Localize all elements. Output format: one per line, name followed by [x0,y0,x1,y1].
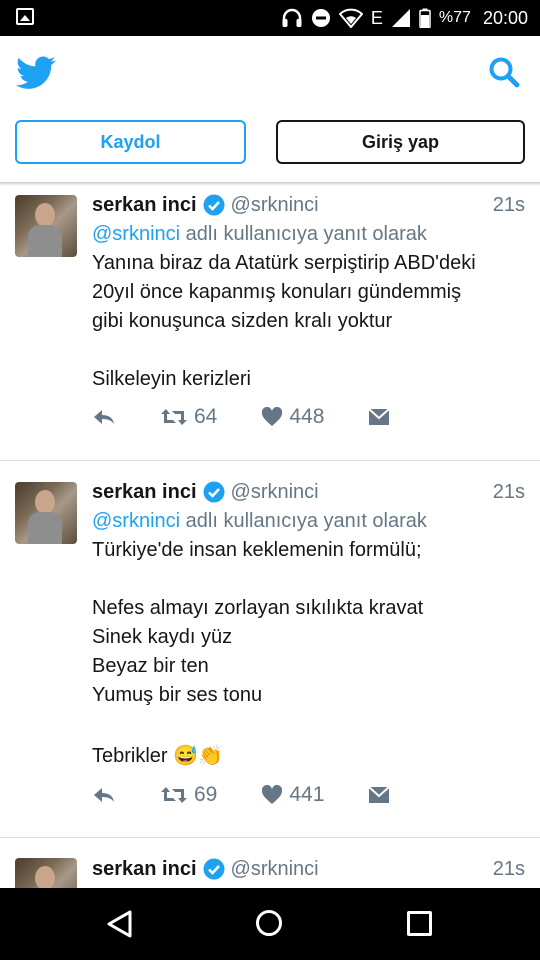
tweet-line: 20yıl önce kapanmış konuları gündemmiş [92,281,462,303]
tweet-actions: 64 448 [92,405,391,429]
author-handle[interactable]: @srkninci [231,194,319,217]
tweet-line: Nefes almayı zorlayan sıkılıkta kravat [92,597,424,619]
tweet[interactable]: serkan inci @srkninci 21s @srkninci adlı… [0,461,540,838]
verified-badge-icon [203,481,225,503]
battery-percent: %77 [438,9,471,26]
tweet-line: Yanına biraz da Atatürk serpiştirip ABD'… [92,252,476,274]
headset-icon [282,8,302,27]
author-name[interactable]: serkan inci [92,194,197,217]
tweet-actions: 69 441 [92,783,391,807]
header: Kaydol Giriş yap [0,36,540,184]
heart-icon [262,785,283,804]
login-button[interactable]: Giriş yap [276,120,525,164]
status-bar: E %77 20:00 [0,0,540,36]
tweet-feed[interactable]: serkan inci @srkninci 21s @srkninci adlı… [0,186,540,888]
retweet-icon [161,787,187,803]
retweet-count: 69 [194,783,218,806]
reply-context: @srkninci adlı kullanıcıya yanıt olarak [92,507,525,536]
status-icons: E %77 20:00 [281,0,528,36]
like-button[interactable]: 441 [261,783,324,807]
tweet-line: gibi konuşunca sizden kralı yoktur [92,310,393,332]
gallery-icon [16,8,34,25]
avatar[interactable] [15,858,77,888]
retweet-count: 64 [194,405,218,428]
dnd-icon [311,9,330,27]
author-handle[interactable]: @srkninci [231,481,319,504]
reply-context-text: adlı kullanıcıya yanıt olarak [180,223,427,245]
retweet-button[interactable]: 64 [160,405,217,429]
tweet-line [92,336,525,365]
heart-icon [262,407,283,426]
twitter-bird-icon[interactable] [16,56,56,90]
reply-context-text: adlı kullanıcıya yanıt olarak [180,510,427,532]
envelope-icon [368,786,391,803]
reply-icon [94,410,114,424]
reply-mention-link[interactable]: @srkninci [92,223,180,245]
tweet-line [92,710,525,739]
tweet[interactable]: serkan inci @srkninci 21s @srkninci adlı… [0,186,540,461]
avatar[interactable] [15,482,77,544]
direct-message-button[interactable] [368,786,391,804]
tweet-time[interactable]: 21s [493,854,525,884]
verified-badge-icon [203,194,225,216]
author-handle[interactable]: @srkninci [231,858,319,881]
tweet-line: Tebrikler 😅👏 [92,745,223,767]
home-icon[interactable] [256,910,282,936]
like-button[interactable]: 448 [261,405,324,429]
back-icon[interactable] [106,910,134,938]
tweet-line: Beyaz bir ten [92,655,209,677]
retweet-button[interactable]: 69 [160,783,217,807]
tweet-line: Türkiye'de insan keklemenin formülü; [92,539,422,561]
direct-message-button[interactable] [368,408,391,426]
tweet[interactable]: serkan inci @srkninci 21s [0,838,540,888]
tweet-line: Sinek kaydı yüz [92,626,233,648]
author-name[interactable]: serkan inci [92,858,197,881]
tweet-text: Yanına biraz da Atatürk serpiştirip ABD'… [92,249,525,394]
recents-icon[interactable] [407,911,432,936]
network-type: E [370,7,383,28]
wifi-icon [338,8,363,28]
reply-context: @srkninci adlı kullanıcıya yanıt olarak [92,220,525,249]
tweet-line: Silkeleyin kerizleri [92,368,251,390]
like-count: 448 [289,405,325,428]
tweet-text: Türkiye'de insan keklemenin formülü; Nef… [92,536,525,773]
reply-mention-link[interactable]: @srkninci [92,510,180,532]
reply-button[interactable] [92,407,116,427]
tweet-line [92,565,525,594]
retweet-icon [161,409,187,425]
signal-icon [391,9,410,27]
avatar[interactable] [15,195,77,257]
reply-button[interactable] [92,785,116,805]
battery-icon [419,8,431,28]
tweet-line: Yumuş bir ses tonu [92,684,263,706]
tweet-time[interactable]: 21s [493,477,525,507]
reply-icon [94,788,114,802]
tweet-time[interactable]: 21s [493,190,525,220]
like-count: 441 [289,783,325,806]
envelope-icon [368,408,391,425]
signup-button[interactable]: Kaydol [15,120,246,164]
clock: 20:00 [482,7,528,28]
search-icon[interactable] [488,56,520,88]
navigation-bar [0,888,540,960]
verified-badge-icon [203,858,225,880]
author-name[interactable]: serkan inci [92,481,197,504]
